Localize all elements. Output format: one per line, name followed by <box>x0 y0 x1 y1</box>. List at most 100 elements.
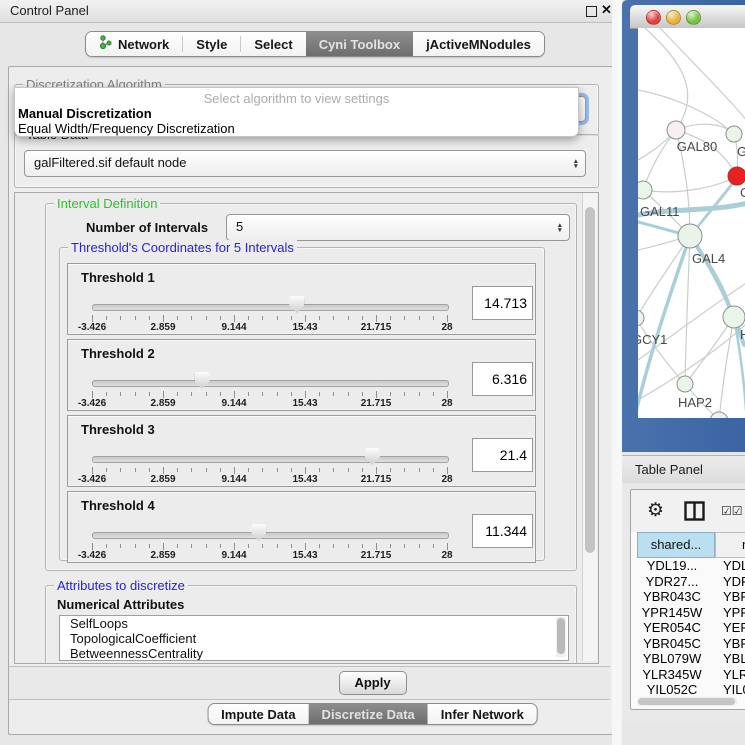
slider-tick <box>333 544 334 548</box>
network-canvas[interactable]: GAL80GACGAL11GAL4HGCY1HAP2 <box>638 28 745 418</box>
slider-tick <box>248 316 249 320</box>
numerical-attributes-list[interactable]: SelfLoopsTopologicalCoefficientBetweenne… <box>59 615 569 661</box>
slider-tick <box>404 392 405 396</box>
tab-jactivemnodules[interactable]: jActiveMNodules <box>413 32 544 56</box>
table-row[interactable]: YBR043CYBR0 <box>631 589 745 605</box>
slider-tick <box>92 391 93 398</box>
table-row[interactable]: YPR145WYPR1 <box>631 605 745 621</box>
number-of-intervals-combobox[interactable]: 5 ▲▼ <box>226 214 570 241</box>
select-columns-checkboxes-icon[interactable]: ☑☑ <box>721 504 743 518</box>
network-node[interactable] <box>667 121 685 139</box>
slider-tick <box>177 316 178 320</box>
attribute-item[interactable]: TopologicalCoefficient <box>60 631 568 646</box>
table-row[interactable]: YLR345WYLR3 <box>631 667 745 683</box>
slider-tick <box>362 544 363 548</box>
network-node-label: H <box>740 327 745 342</box>
slider-tick <box>220 468 221 472</box>
tab-style[interactable]: Style <box>183 32 240 56</box>
tab-network[interactable]: Network <box>86 32 182 56</box>
network-node[interactable] <box>710 412 728 418</box>
threshold-2-value-field[interactable]: 6.316 <box>472 362 533 396</box>
mac-minimize-button[interactable] <box>666 10 681 25</box>
table-row[interactable]: YBR045CYBR0 <box>631 636 745 652</box>
threshold-4-value-field[interactable]: 11.344 <box>472 514 533 548</box>
algorithm-placeholder-option[interactable]: Select algorithm to view settings <box>15 91 578 106</box>
network-node[interactable] <box>638 181 652 199</box>
threshold-1-label: Threshold 1 <box>81 270 155 285</box>
attribute-item[interactable]: BetweennessCentrality <box>60 646 568 661</box>
slider-scale-label: -3.426 <box>70 550 114 561</box>
network-window-titlebar[interactable] <box>630 5 745 29</box>
slider-tick <box>319 544 320 548</box>
slider-tick <box>447 315 448 322</box>
threshold-4-slider-track[interactable] <box>92 532 449 539</box>
network-node[interactable] <box>638 310 644 326</box>
network-node[interactable] <box>678 224 702 248</box>
slider-tick <box>248 544 249 548</box>
panel-gap <box>612 0 622 745</box>
tab-discretize-data[interactable]: Discretize Data <box>309 704 428 724</box>
algorithm-option-manual[interactable]: Manual Discretization <box>18 106 152 121</box>
column-header-shared-name[interactable]: shared... <box>637 532 715 558</box>
attributes-scrollbar[interactable] <box>556 617 566 657</box>
combo-arrows-icon: ▲▼ <box>573 159 579 169</box>
slider-tick <box>305 543 306 550</box>
slider-tick <box>305 467 306 474</box>
network-node[interactable] <box>726 126 742 142</box>
slider-scale-label: 2.859 <box>141 398 185 409</box>
slider-tick <box>404 316 405 320</box>
network-node[interactable] <box>723 306 745 328</box>
tab-cyni-toolbox[interactable]: Cyni Toolbox <box>306 32 413 56</box>
table-row[interactable]: YBL079WYBL0 <box>631 651 745 667</box>
slider-tick <box>120 392 121 396</box>
mac-zoom-button[interactable] <box>686 10 701 25</box>
algorithm-dropdown-popup: Select algorithm to view settings Manual… <box>14 87 579 137</box>
slider-tick <box>163 467 164 474</box>
slider-tick <box>419 392 420 396</box>
apply-button[interactable]: Apply <box>339 671 407 695</box>
slider-scale-label: 9.144 <box>212 322 256 333</box>
threshold-3-slider-track[interactable] <box>92 456 449 463</box>
network-node[interactable] <box>728 167 745 185</box>
threshold-4-label: Threshold 4 <box>81 498 155 513</box>
tab-select[interactable]: Select <box>241 32 305 56</box>
settings-vertical-scrollbar[interactable] <box>582 193 597 661</box>
network-node-label: GA <box>737 144 745 159</box>
algorithm-option-equal-width[interactable]: Equal Width/Frequency Discretization <box>18 121 235 136</box>
table-row[interactable]: YDL19...YDL1 <box>631 558 745 574</box>
threshold-1-slider-track[interactable] <box>92 304 449 311</box>
slider-tick <box>319 392 320 396</box>
tab-infer-network[interactable]: Infer Network <box>428 704 537 724</box>
threshold-3-value-field[interactable]: 21.4 <box>472 438 533 472</box>
float-window-icon[interactable] <box>586 6 597 17</box>
slider-tick <box>419 468 420 472</box>
slider-tick <box>362 392 363 396</box>
table-panel-title: Table Panel <box>635 462 703 477</box>
slider-tick <box>362 316 363 320</box>
slider-tick <box>305 315 306 322</box>
slider-tick <box>291 544 292 548</box>
slider-scale: -3.4262.8599.14415.4321.71528 <box>92 322 448 333</box>
column-header-name[interactable]: na <box>715 532 745 558</box>
table-row[interactable]: YIL052CYIL0 <box>631 682 745 698</box>
mac-close-button[interactable] <box>646 10 661 25</box>
slider-tick <box>433 392 434 396</box>
table-toolbar: ⚙ ☑☑ <box>631 490 745 532</box>
table-row[interactable]: YER054CYER0 <box>631 620 745 636</box>
slider-scale-label: 9.144 <box>212 550 256 561</box>
threshold-2-slider-track[interactable] <box>92 380 449 387</box>
slider-tick <box>333 316 334 320</box>
threshold-1-value-field[interactable]: 14.713 <box>472 286 533 320</box>
columns-icon[interactable] <box>684 501 705 524</box>
slider-scale-label: 15.43 <box>283 322 327 333</box>
slider-tick <box>106 392 107 396</box>
slider-tick <box>376 543 377 550</box>
close-icon[interactable]: ✕ <box>601 2 612 18</box>
table-row[interactable]: YDR27...YDR2 <box>631 574 745 590</box>
network-node[interactable] <box>677 376 693 392</box>
gear-icon[interactable]: ⚙ <box>647 499 664 522</box>
table-data-combobox[interactable]: galFiltered.sif default node ▲▼ <box>24 150 586 177</box>
table-horizontal-scrollbar[interactable] <box>637 697 737 706</box>
tab-impute-data[interactable]: Impute Data <box>208 704 308 724</box>
attribute-item[interactable]: SelfLoops <box>60 616 568 631</box>
